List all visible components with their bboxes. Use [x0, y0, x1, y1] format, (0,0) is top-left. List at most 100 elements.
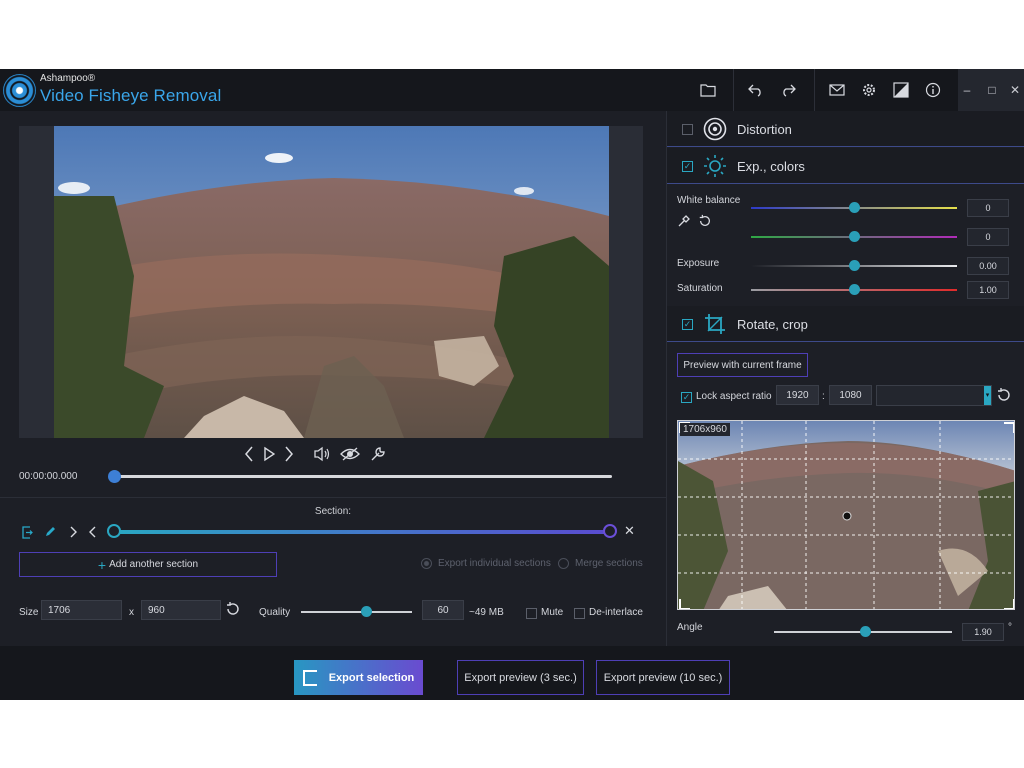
crop-icon — [703, 312, 727, 336]
settings-icon[interactable] — [858, 79, 880, 101]
export-preview-10-button[interactable]: Export preview (10 sec.) — [596, 660, 730, 695]
previous-frame-icon[interactable] — [241, 444, 257, 464]
quality-value[interactable]: 60 — [422, 600, 464, 620]
size-label: Size — [19, 607, 39, 618]
reset-crop-icon[interactable] — [996, 387, 1012, 406]
lock-aspect-checkbox[interactable]: ✓ — [681, 392, 692, 403]
section-end-handle[interactable] — [603, 524, 617, 538]
angle-unit: ° — [1008, 622, 1012, 633]
redo-icon[interactable] — [777, 79, 799, 101]
export-selection-button[interactable]: Export selection — [294, 660, 423, 695]
remove-section-icon[interactable]: ✕ — [624, 523, 635, 539]
volume-icon[interactable] — [313, 444, 331, 464]
crop-preview[interactable]: 1706x960 — [677, 420, 1015, 610]
plus-icon: + — [97, 556, 107, 573]
mute-checkbox[interactable] — [526, 608, 537, 619]
timeline-track[interactable] — [114, 475, 612, 478]
editor-panel: 00:00:00.000 Section: ✕ + Add another se… — [0, 111, 666, 646]
toolbar-divider — [733, 69, 734, 111]
next-frame-icon[interactable] — [281, 444, 297, 464]
deinterlace-label: De-interlace — [589, 607, 643, 618]
sun-icon — [703, 154, 727, 178]
export-selection-label: Export selection — [328, 671, 415, 684]
export-individual-radio[interactable]: Export individual sections — [421, 558, 551, 569]
wb-green-magenta-value[interactable]: 0 — [967, 228, 1009, 246]
undo-icon[interactable] — [745, 79, 767, 101]
video-preview — [54, 126, 609, 438]
eyedropper-icon[interactable] — [677, 214, 691, 231]
brand-name: Ashampoo® — [40, 73, 96, 84]
distortion-header[interactable]: Distortion — [667, 111, 1024, 147]
chevron-down-icon: ▾ — [984, 386, 991, 405]
minimize-icon[interactable]: – — [958, 81, 976, 99]
merge-sections-radio[interactable]: Merge sections — [558, 558, 643, 569]
export-preview-3-button[interactable]: Export preview (3 sec.) — [457, 660, 584, 695]
colors-checkbox[interactable]: ✓ — [682, 161, 693, 172]
info-icon[interactable] — [922, 79, 944, 101]
quality-slider-track[interactable] — [301, 611, 412, 613]
compare-view-icon[interactable] — [339, 444, 361, 464]
wb-green-magenta-handle[interactable] — [849, 231, 860, 242]
width-input[interactable]: 1706 — [41, 600, 122, 620]
crop-header[interactable]: ✓ Rotate, crop — [667, 306, 1024, 342]
angle-value[interactable]: 1.90 — [962, 623, 1004, 641]
exposure-label: Exposure — [677, 258, 720, 269]
playback-time: 00:00:00.000 — [19, 471, 78, 482]
reset-wb-icon[interactable] — [698, 214, 712, 231]
quality-label: Quality — [259, 607, 291, 618]
video-frame — [19, 126, 643, 438]
chevron-right-icon[interactable] — [65, 524, 81, 540]
radio-indicator — [421, 558, 432, 569]
mail-icon[interactable] — [826, 79, 848, 101]
add-section-button[interactable]: + Add another section — [19, 552, 277, 577]
close-icon[interactable]: ✕ — [1006, 81, 1024, 99]
saturation-label: Saturation — [677, 283, 723, 294]
section-range-track[interactable] — [113, 530, 610, 534]
wb-blue-yellow-value[interactable]: 0 — [967, 199, 1009, 217]
folder-icon[interactable] — [697, 79, 719, 101]
wrench-icon[interactable] — [369, 444, 387, 464]
height-input[interactable]: 960 — [141, 600, 221, 620]
saturation-handle[interactable] — [849, 284, 860, 295]
radio-indicator — [558, 558, 569, 569]
crop-label: Rotate, crop — [737, 317, 808, 332]
exposure-handle[interactable] — [849, 260, 860, 271]
size-separator: x — [129, 607, 134, 618]
angle-slider-handle[interactable] — [859, 626, 871, 637]
colors-label: Exp., colors — [737, 159, 805, 174]
export-bar: Export selection Export preview (3 sec.)… — [0, 646, 1024, 700]
crop-checkbox[interactable]: ✓ — [682, 319, 693, 330]
divider — [0, 497, 666, 498]
section-export-icon[interactable] — [19, 524, 35, 540]
saturation-value[interactable]: 1.00 — [967, 281, 1009, 299]
export-individual-label: Export individual sections — [438, 558, 551, 569]
distortion-checkbox[interactable] — [682, 124, 693, 135]
maximize-icon[interactable]: □ — [983, 81, 1001, 99]
ratio-width-input[interactable]: 1920 — [776, 385, 819, 405]
compare-icon[interactable] — [890, 79, 912, 101]
fisheye-icon — [703, 117, 727, 141]
reset-size-icon[interactable] — [225, 601, 241, 620]
aspect-preset-dropdown[interactable]: ▾ — [876, 385, 992, 406]
play-icon[interactable] — [261, 444, 277, 464]
title-bar: Ashampoo® Video Fisheye Removal – □ ✕ — [0, 69, 1024, 111]
timeline-handle[interactable] — [108, 470, 121, 483]
preview-current-frame-button[interactable]: Preview with current frame — [677, 353, 808, 377]
merge-sections-label: Merge sections — [575, 558, 643, 569]
deinterlace-checkbox[interactable] — [574, 608, 585, 619]
edit-marker-icon[interactable] — [42, 524, 58, 540]
mute-label: Mute — [541, 607, 564, 618]
window-controls: – □ ✕ — [958, 69, 1024, 111]
quality-slider-handle[interactable] — [361, 606, 373, 617]
toolbar-divider — [814, 69, 815, 111]
colors-header[interactable]: ✓ Exp., colors — [667, 148, 1024, 184]
crop-size-label: 1706x960 — [680, 423, 730, 436]
section-start-handle[interactable] — [107, 524, 121, 538]
export-icon — [302, 669, 317, 686]
ratio-height-input[interactable]: 1080 — [829, 385, 872, 405]
section-label: Section: — [314, 506, 352, 517]
exposure-value[interactable]: 0.00 — [967, 257, 1009, 275]
wb-blue-yellow-handle[interactable] — [849, 202, 860, 213]
chevron-left-icon[interactable] — [85, 524, 101, 540]
distortion-label: Distortion — [737, 122, 792, 137]
